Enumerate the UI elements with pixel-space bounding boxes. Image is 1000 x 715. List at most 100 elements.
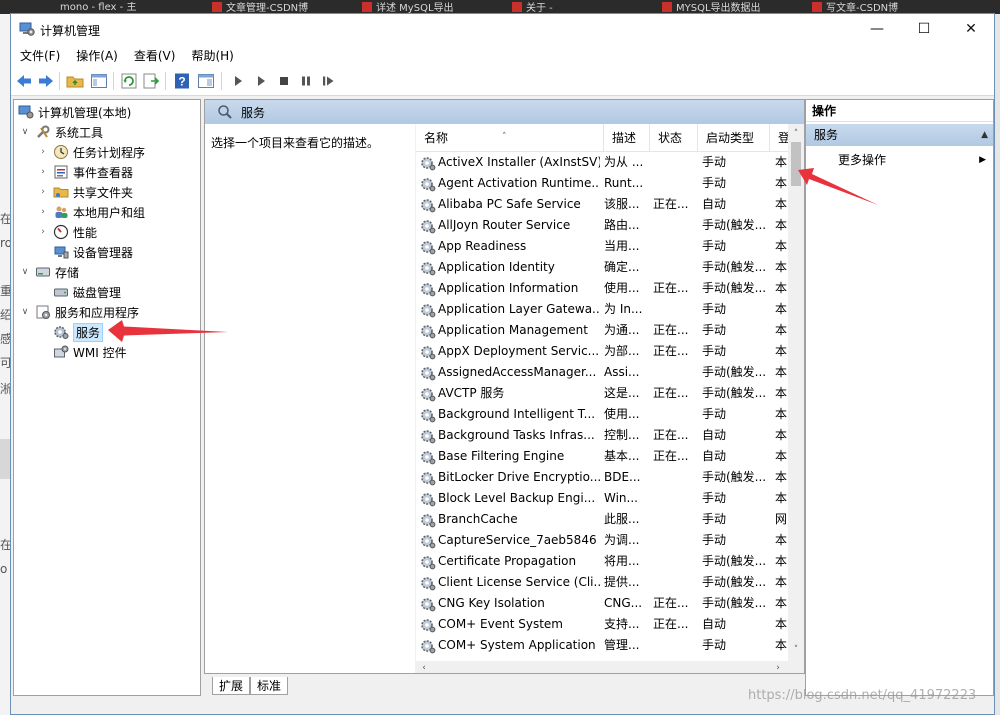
table-row[interactable]: Background Intelligent T... 使用... 手动 本 [416, 404, 788, 425]
service-logon: 本 [775, 197, 788, 211]
show-hide-tree-icon[interactable] [90, 72, 108, 90]
service-startup-type: 手动 [702, 512, 727, 526]
service-name-cell: Application Management [420, 320, 600, 341]
table-row[interactable]: Background Tasks Infras... 控制... 正在... 自动 本 [416, 425, 788, 446]
service-status [653, 152, 697, 173]
minimize-button[interactable]: — [854, 14, 900, 44]
table-row[interactable]: AssignedAccessManager... Assi... 手动(触发... 本 [416, 362, 788, 383]
restart-service-icon[interactable] [319, 72, 337, 90]
column-header-startup-type[interactable]: 启动类型 [698, 124, 770, 152]
column-header-status[interactable]: 状态 [650, 124, 698, 152]
tab-extended[interactable]: 扩展 [212, 677, 251, 695]
tree-node-shared-folders[interactable]: › 共享文件夹 [38, 182, 133, 202]
column-header-description[interactable]: 描述 [604, 124, 650, 152]
stop-service-icon[interactable] [275, 72, 293, 90]
table-row[interactable]: CaptureService_7aeb5846 为调... 手动 本 [416, 530, 788, 551]
table-row[interactable]: Base Filtering Engine 基本... 正在... 自动 本 [416, 446, 788, 467]
start-service-icon[interactable] [229, 72, 247, 90]
table-row[interactable]: AppX Deployment Servic... 为部... 正在... 手动 本 [416, 341, 788, 362]
more-actions-item[interactable]: 更多操作 ▶ [838, 150, 993, 170]
table-row[interactable]: Agent Activation Runtime... Runt... 手动 本 [416, 173, 788, 194]
up-folder-icon[interactable] [66, 72, 84, 90]
horizontal-scrollbar[interactable]: ‹ › [416, 660, 788, 673]
service-description: 为调... [604, 533, 640, 547]
back-arrow-icon[interactable] [15, 72, 33, 90]
chevron-down-icon[interactable]: ∨ [20, 307, 30, 317]
table-row[interactable]: COM+ System Application 管理... 手动 本 [416, 635, 788, 656]
tree-label: 设备管理器 [73, 245, 134, 260]
tree-node-performance[interactable]: › 性能 [38, 222, 97, 242]
maximize-button[interactable]: ☐ [901, 14, 947, 44]
tree-node-device-manager[interactable]: 设备管理器 [53, 242, 133, 262]
help-icon[interactable]: ? [173, 72, 191, 90]
start-service-alt-icon[interactable] [252, 72, 270, 90]
scroll-left-icon[interactable]: ‹ [416, 660, 432, 673]
table-row[interactable]: AllJoyn Router Service 路由... 手动(触发... 本 [416, 215, 788, 236]
table-row[interactable]: COM+ Event System 支持... 正在... 自动 本 [416, 614, 788, 635]
menu-file[interactable]: 文件(F) [20, 47, 60, 64]
table-row[interactable]: Client License Service (Cli... 提供... 手动(触发… [416, 572, 788, 593]
export-list-icon[interactable] [142, 72, 160, 90]
tree-node-disk-management[interactable]: 磁盘管理 [53, 282, 121, 302]
service-description: 此服... [604, 512, 640, 526]
chevron-right-icon[interactable]: › [38, 227, 48, 237]
scroll-up-icon[interactable]: ˄ [788, 126, 804, 142]
table-row[interactable]: BranchCache 此服... 手动 网 [416, 509, 788, 530]
service-description: Runt... [604, 176, 644, 190]
table-row[interactable]: Alibaba PC Safe Service 该服... 正在... 自动 本 [416, 194, 788, 215]
collapse-triangle-icon[interactable]: ▲ [981, 124, 988, 146]
table-row[interactable]: BitLocker Drive Encryptio... BDE... 手动(触发.… [416, 467, 788, 488]
refresh-icon[interactable] [120, 72, 138, 90]
table-row[interactable]: Certificate Propagation 将用... 手动(触发... 本 [416, 551, 788, 572]
tree-node-wmi[interactable]: WMI 控件 [53, 342, 127, 362]
column-header-name[interactable]: 名称 ˄ [416, 124, 604, 152]
tree-node-task-scheduler[interactable]: › 任务计划程序 [38, 142, 145, 162]
table-row[interactable]: Application Layer Gatewa... 为 In... 手动 本 [416, 299, 788, 320]
scroll-down-icon[interactable]: ˅ [788, 642, 804, 658]
tree-node-services-apps[interactable]: ∨ 服务和应用程序 [20, 302, 139, 322]
table-row[interactable]: Application Management 为通... 正在... 手动 本 [416, 320, 788, 341]
column-header-logon[interactable]: 登 [770, 124, 788, 152]
scroll-right-icon[interactable]: › [770, 660, 786, 673]
tree-node-local-users[interactable]: › 本地用户和组 [38, 202, 145, 222]
service-logon: 本 [775, 218, 788, 232]
table-row[interactable]: CNG Key Isolation CNG... 正在... 手动(触发... 本 [416, 593, 788, 614]
actions-section-services[interactable]: 服务 ▲ [806, 124, 993, 146]
table-row[interactable]: Application Identity 确定... 手动(触发... 本 [416, 257, 788, 278]
vertical-scroll-thumb[interactable] [791, 142, 801, 186]
service-gear-icon [421, 492, 436, 506]
chevron-down-icon[interactable]: ∨ [20, 127, 30, 137]
chevron-right-icon[interactable]: › [38, 147, 48, 157]
menu-help[interactable]: 帮助(H) [191, 47, 233, 64]
chevron-right-icon[interactable]: › [38, 207, 48, 217]
tree-node-storage[interactable]: ∨ 存储 [20, 262, 79, 282]
tab-standard[interactable]: 标准 [250, 677, 289, 695]
table-row[interactable]: Application Information 使用... 正在... 手动(触发..… [416, 278, 788, 299]
table-row[interactable]: App Readiness 当用... 手动 本 [416, 236, 788, 257]
tree-node-event-viewer[interactable]: › 事件查看器 [38, 162, 133, 182]
table-row[interactable]: ActiveX Installer (AxInstSV) 为从 ... 手动 本 [416, 152, 788, 173]
table-row[interactable]: AVCTP 服务 这是... 正在... 手动(触发... 本 [416, 383, 788, 404]
title-bar[interactable]: 计算机管理 — ☐ ✕ [11, 14, 994, 44]
service-startup-type: 手动(触发... [702, 554, 767, 568]
menu-action[interactable]: 操作(A) [76, 47, 118, 64]
forward-arrow-icon[interactable] [37, 72, 55, 90]
tree-node-services[interactable]: 服务 [53, 322, 104, 342]
service-startup-type: 手动 [702, 638, 727, 652]
menu-view[interactable]: 查看(V) [134, 47, 176, 64]
tree-node-root[interactable]: 计算机管理(本地) [18, 102, 131, 122]
service-logon: 本 [775, 428, 788, 442]
pause-service-icon[interactable] [297, 72, 315, 90]
vertical-scrollbar[interactable]: ˄ ˅ [788, 124, 804, 661]
chevron-right-icon[interactable]: › [38, 167, 48, 177]
service-status [653, 215, 697, 236]
close-button[interactable]: ✕ [948, 14, 994, 44]
chevron-right-icon[interactable]: › [38, 187, 48, 197]
tree-node-system-tools[interactable]: ∨ 系统工具 [20, 122, 103, 142]
storage-icon [36, 267, 50, 277]
service-name-cell: AssignedAccessManager... [420, 362, 600, 383]
chevron-down-icon[interactable]: ∨ [20, 267, 30, 277]
table-row[interactable]: Block Level Backup Engi... Win... 手动 本 [416, 488, 788, 509]
service-name-cell: COM+ Event System [420, 614, 600, 635]
properties-pane-icon[interactable] [197, 72, 215, 90]
